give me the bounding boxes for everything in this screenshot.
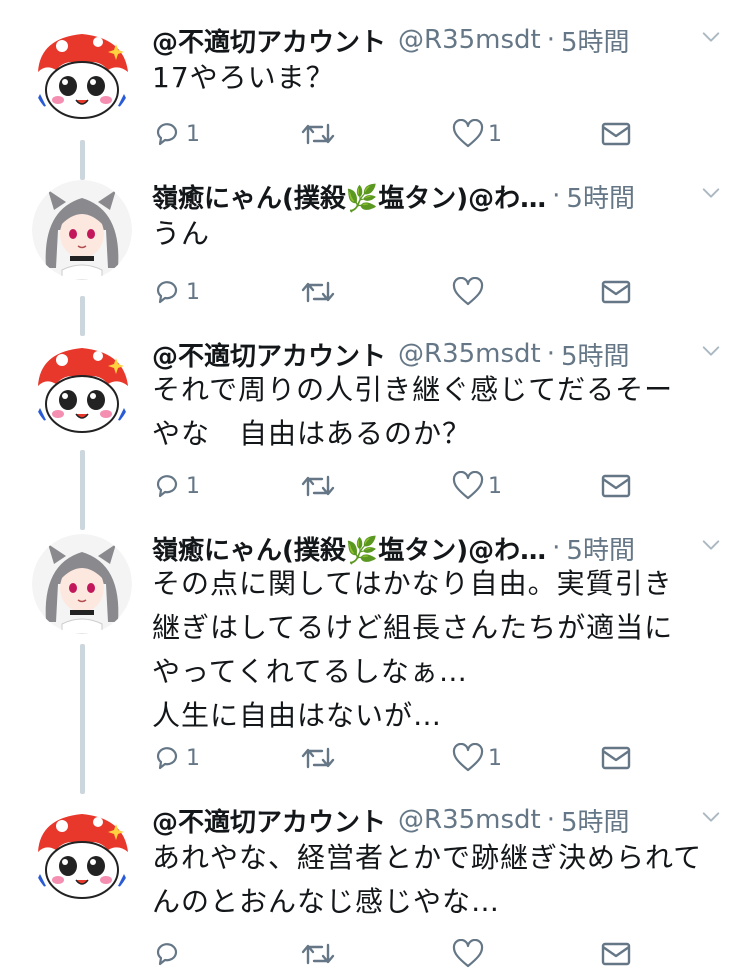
direct-message-button[interactable] bbox=[600, 272, 632, 312]
retweet-icon bbox=[300, 277, 336, 307]
like-button[interactable]: 1 bbox=[452, 738, 502, 778]
like-count: 1 bbox=[488, 473, 502, 499]
tweet-header: @不適切アカウント @R35msdt · 5時間 bbox=[152, 800, 724, 840]
tweet-actions: 1 1 bbox=[0, 114, 750, 154]
avatar[interactable] bbox=[32, 534, 132, 634]
envelope-icon bbox=[600, 278, 632, 306]
reply-count: 1 bbox=[186, 279, 200, 305]
tweet-actions: 1 1 bbox=[0, 466, 750, 506]
like-button[interactable] bbox=[452, 934, 488, 974]
tweet-text: それで周りの人引き継ぐ感じてだるそー やな 自由はあるのか？ bbox=[152, 373, 674, 450]
tweet-actions: 1 bbox=[0, 272, 750, 312]
gray-hair-girl-avatar-icon bbox=[32, 534, 132, 634]
heart-icon bbox=[452, 119, 484, 149]
reply-button[interactable] bbox=[152, 934, 186, 974]
timestamp[interactable]: 5時間 bbox=[566, 530, 635, 567]
tweet-actions: 1 1 bbox=[0, 738, 750, 778]
like-button[interactable] bbox=[452, 272, 488, 312]
reply-button[interactable]: 1 bbox=[152, 114, 200, 154]
chevron-down-icon[interactable] bbox=[700, 340, 722, 362]
reply-count: 1 bbox=[186, 745, 200, 771]
user-handle[interactable]: @R35msdt bbox=[398, 339, 541, 369]
heart-icon bbox=[452, 471, 484, 501]
reply-button[interactable]: 1 bbox=[152, 272, 200, 312]
chevron-down-icon[interactable] bbox=[700, 534, 722, 556]
avatar[interactable] bbox=[32, 24, 132, 124]
like-count: 1 bbox=[488, 121, 502, 147]
user-handle[interactable]: @R35msdt bbox=[398, 25, 541, 55]
tweet-text: 17やろいま？ bbox=[152, 61, 335, 94]
retweet-icon bbox=[300, 939, 336, 969]
tweet-text: その点に関してはかなり自由。実質引き 継ぎはしてるけど組長さんたちが適当に やっ… bbox=[152, 567, 674, 732]
separator-dot: · bbox=[546, 805, 556, 835]
chevron-down-icon[interactable] bbox=[700, 806, 722, 828]
reply-button[interactable]: 1 bbox=[152, 466, 200, 506]
envelope-icon bbox=[600, 120, 632, 148]
direct-message-button[interactable] bbox=[600, 466, 632, 506]
retweet-button[interactable] bbox=[300, 466, 340, 506]
separator-dot: · bbox=[552, 181, 561, 211]
chevron-down-icon[interactable] bbox=[700, 26, 722, 48]
tweet-header: 嶺癒にゃん(撲殺🌿塩タン)@わ… · 5時間 bbox=[152, 176, 724, 216]
retweet-button[interactable] bbox=[300, 114, 340, 154]
reply-icon bbox=[152, 939, 182, 969]
timestamp[interactable]: 5時間 bbox=[566, 178, 635, 215]
user-handle[interactable]: @R35msdt bbox=[398, 805, 541, 835]
reply-button[interactable]: 1 bbox=[152, 738, 200, 778]
retweet-icon bbox=[300, 471, 336, 501]
tweet-text: うん bbox=[152, 217, 211, 250]
display-name[interactable]: @不適切アカウント bbox=[152, 336, 386, 373]
heart-icon bbox=[452, 277, 484, 307]
display-name[interactable]: 嶺癒にゃん(撲殺🌿塩タン)@わ… bbox=[152, 530, 546, 567]
avatar[interactable] bbox=[32, 338, 132, 438]
red-mushroom-character-avatar-icon bbox=[32, 804, 132, 904]
envelope-icon bbox=[600, 472, 632, 500]
retweet-button[interactable] bbox=[300, 934, 340, 974]
display-name[interactable]: 嶺癒にゃん(撲殺🌿塩タン)@わ… bbox=[152, 178, 546, 215]
avatar[interactable] bbox=[32, 804, 132, 904]
heart-icon bbox=[452, 939, 484, 969]
separator-dot: · bbox=[546, 25, 556, 55]
envelope-icon bbox=[600, 940, 632, 968]
direct-message-button[interactable] bbox=[600, 934, 632, 974]
reply-count: 1 bbox=[186, 473, 200, 499]
red-mushroom-character-avatar-icon bbox=[32, 338, 132, 438]
avatar[interactable] bbox=[32, 180, 132, 280]
reply-icon bbox=[152, 277, 182, 307]
retweet-icon bbox=[300, 743, 336, 773]
envelope-icon bbox=[600, 744, 632, 772]
like-count: 1 bbox=[488, 745, 502, 771]
timestamp[interactable]: 5時間 bbox=[561, 22, 630, 59]
display-name[interactable]: @不適切アカウント bbox=[152, 22, 386, 59]
heart-icon bbox=[452, 743, 484, 773]
retweet-icon bbox=[300, 119, 336, 149]
gray-hair-girl-avatar-icon bbox=[32, 180, 132, 280]
reply-icon bbox=[152, 743, 182, 773]
direct-message-button[interactable] bbox=[600, 114, 632, 154]
display-name[interactable]: @不適切アカウント bbox=[152, 802, 386, 839]
retweet-button[interactable] bbox=[300, 272, 340, 312]
tweet-text: あれやな、経営者とかで跡継ぎ決められて んのとおんなじ感じやな… bbox=[152, 841, 703, 918]
chevron-down-icon[interactable] bbox=[700, 182, 722, 204]
red-mushroom-character-avatar-icon bbox=[32, 24, 132, 124]
reply-icon bbox=[152, 471, 182, 501]
separator-dot: · bbox=[552, 533, 561, 563]
tweet-header: @不適切アカウント @R35msdt · 5時間 bbox=[152, 20, 724, 60]
tweet-actions bbox=[0, 934, 750, 974]
direct-message-button[interactable] bbox=[600, 738, 632, 778]
like-button[interactable]: 1 bbox=[452, 466, 502, 506]
separator-dot: · bbox=[546, 339, 556, 369]
reply-count: 1 bbox=[186, 121, 200, 147]
like-button[interactable]: 1 bbox=[452, 114, 502, 154]
retweet-button[interactable] bbox=[300, 738, 340, 778]
timestamp[interactable]: 5時間 bbox=[561, 802, 630, 839]
timestamp[interactable]: 5時間 bbox=[561, 336, 630, 373]
reply-icon bbox=[152, 119, 182, 149]
